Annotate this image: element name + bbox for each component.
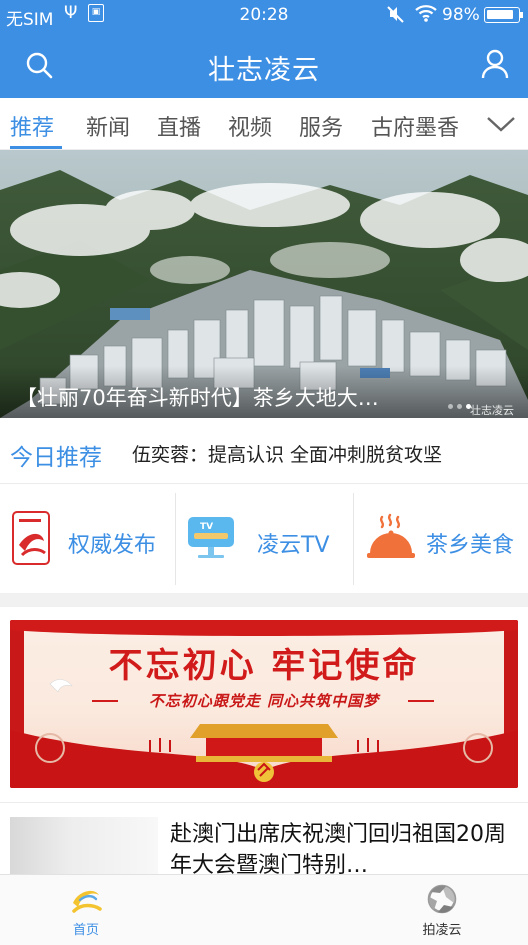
status-bar: 无SIM Ψ ▣ 20:28 98%: [0, 0, 528, 30]
tab-news[interactable]: 新闻: [86, 110, 130, 142]
pagination-dot: [448, 404, 453, 409]
tabbar-capture-label: 拍凌云: [422, 923, 462, 938]
document-logo-icon: [12, 511, 52, 571]
app-header: 无SIM Ψ ▣ 20:28 98% 壮志凌云: [0, 0, 528, 98]
today-recommend[interactable]: 今日推荐 伍奕蓉：提高认识 全面冲刺脱贫攻坚: [0, 418, 528, 484]
tab-recommend[interactable]: 推荐: [10, 110, 54, 142]
battery-percent: 98%: [442, 5, 480, 25]
wifi-icon: [414, 3, 438, 28]
user-icon[interactable]: [480, 48, 510, 80]
page-title: 壮志凌云: [208, 55, 320, 86]
home-logo-icon: [70, 885, 102, 919]
tabbar-home-label: 首页: [72, 923, 99, 938]
svg-text:TV: TV: [200, 522, 213, 532]
shortcut-label: 茶乡美食: [426, 533, 515, 558]
shortcut-lingyun-tv[interactable]: TV 凌云TV: [176, 485, 353, 593]
promo-line-right: [408, 700, 434, 702]
tab-video[interactable]: 视频: [228, 110, 272, 142]
aperture-icon: [426, 883, 458, 919]
food-dish-icon: [366, 513, 416, 567]
promo-banner[interactable]: 不忘初心 牢记使命 不忘初心跟党走 同心共筑中国梦: [10, 620, 518, 788]
promo-title: 不忘初心 牢记使命: [108, 646, 420, 686]
shortcut-label: 凌云TV: [257, 533, 330, 558]
shortcut-authoritative-release[interactable]: 权威发布: [0, 485, 175, 593]
today-recommend-headline[interactable]: 伍奕蓉：提高认识 全面冲刺脱贫攻坚: [132, 440, 442, 467]
category-tabs: 推荐 新闻 直播 视频 服务 古府墨香: [0, 98, 528, 150]
active-tab-indicator: [10, 146, 62, 149]
app-root: 无SIM Ψ ▣ 20:28 98% 壮志凌云 推荐 新闻 直播 视频 服务 古…: [0, 0, 528, 945]
news-title: 赴澳门出席庆祝澳门回归祖国20周年大会暨澳门特别…: [170, 822, 506, 874]
banner-caption: 【壮丽70年奋斗新时代】茶乡大地大…: [16, 386, 379, 410]
chevron-down-icon[interactable]: [484, 108, 518, 140]
hero-banner[interactable]: 【壮丽70年奋斗新时代】茶乡大地大… 壮志凌云: [0, 150, 528, 418]
shortcut-tea-food[interactable]: 茶乡美食: [354, 485, 528, 593]
banner-watermark: 壮志凌云: [470, 404, 514, 417]
bottom-tab-bar: 首页 拍凌云: [0, 874, 528, 945]
mute-icon: [386, 4, 406, 29]
tabbar-capture[interactable]: 拍凌云: [382, 875, 502, 945]
shortcut-label: 权威发布: [68, 533, 157, 558]
tabbar-home[interactable]: 首页: [26, 875, 146, 945]
battery-icon: [484, 7, 523, 23]
news-list-item[interactable]: 赴澳门出席庆祝澳门回归祖国20周年大会暨澳门特别…: [0, 802, 528, 874]
tab-service[interactable]: 服务: [299, 110, 343, 142]
pagination-dot: [457, 404, 462, 409]
today-recommend-label: 今日推荐: [10, 445, 102, 471]
promo-subtitle: 不忘初心跟党走 同心共筑中国梦: [148, 692, 380, 710]
news-thumbnail: [10, 817, 158, 874]
shortcut-row: 权威发布 TV 凌云TV 茶乡美食: [0, 485, 528, 593]
section-divider: [0, 593, 528, 607]
tv-icon: TV: [186, 515, 236, 565]
tab-gufu-moxiang[interactable]: 古府墨香: [371, 110, 459, 142]
tab-live[interactable]: 直播: [157, 110, 201, 142]
